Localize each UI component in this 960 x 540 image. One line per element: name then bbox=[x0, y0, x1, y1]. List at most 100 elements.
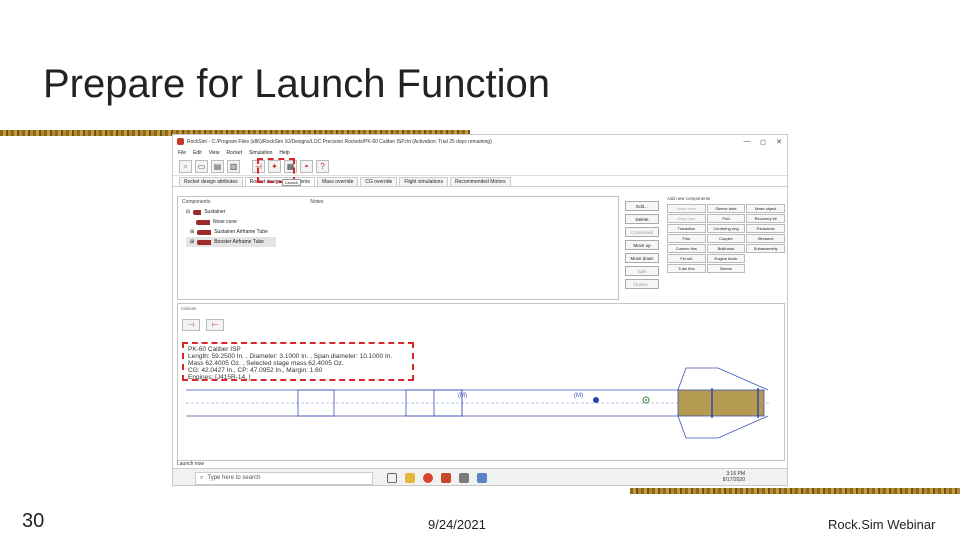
save-icon[interactable]: ▤ bbox=[211, 159, 224, 173]
add-pod-button[interactable]: Pod bbox=[706, 214, 746, 223]
add-parachute-button[interactable]: Parachute bbox=[746, 224, 785, 233]
rocket-bottom-outline bbox=[186, 415, 769, 439]
window-title: RockSim - C:/Program Files (x86)/RockSim… bbox=[187, 138, 492, 145]
slide-date: 9/24/2021 bbox=[428, 517, 486, 532]
stage-view-icon[interactable]: ⊢ bbox=[206, 319, 224, 331]
add-transition-button[interactable]: Transition bbox=[667, 224, 706, 233]
add-sleeve-button[interactable]: Sleeve bbox=[706, 264, 746, 273]
cluster-button[interactable]: Cluster... bbox=[625, 279, 659, 289]
cross-feed-button[interactable]: Cross-feed bbox=[625, 227, 659, 237]
status-bar: Launch now bbox=[177, 461, 204, 467]
help-icon[interactable]: ? bbox=[316, 159, 329, 173]
add-custom-fins-button[interactable]: Custom fins bbox=[667, 244, 706, 253]
maximize-button[interactable]: ◻ bbox=[755, 138, 771, 146]
tab-recommended-motors[interactable]: Recommended Motors bbox=[449, 177, 511, 186]
powerpoint-icon[interactable] bbox=[441, 473, 451, 483]
component-tree: ⊟ Sustainer Nose cone ⊞ Sustainer Airfra… bbox=[178, 207, 618, 247]
rocket-profile: (M) (M) bbox=[186, 367, 770, 439]
footer-divider bbox=[630, 488, 960, 494]
add-coupler-button[interactable]: Coupler bbox=[706, 234, 746, 243]
col-notes: Notes bbox=[310, 199, 324, 205]
slide: Prepare for Launch Function RockSim - C:… bbox=[0, 0, 960, 540]
menu-rocket[interactable]: Rocket bbox=[226, 150, 242, 156]
body-tube-icon bbox=[197, 239, 212, 245]
add-nose-cone-button[interactable]: Nose cone bbox=[667, 204, 706, 213]
print-icon[interactable]: ▥ bbox=[227, 159, 240, 173]
add-components-grid: Nose cone Sleeve tube Mass object Body t… bbox=[667, 204, 785, 273]
minimize-button[interactable]: — bbox=[739, 138, 755, 146]
edit-button[interactable]: Edit... bbox=[625, 201, 659, 211]
grid-spacer bbox=[746, 254, 785, 263]
cp-marker-dot bbox=[645, 399, 647, 401]
delete-button[interactable]: Delete bbox=[625, 214, 659, 224]
menu-edit[interactable]: Edit bbox=[193, 150, 202, 156]
add-body-tube-button[interactable]: Body tube bbox=[667, 214, 706, 223]
add-components-panel: Add new components Nose cone Sleeve tube… bbox=[667, 196, 785, 273]
tree-item-sustainer[interactable]: ⊟ Sustainer bbox=[186, 207, 618, 217]
slide-number: 30 bbox=[22, 510, 45, 532]
expand-icon[interactable]: ⊞ bbox=[190, 229, 194, 235]
tree-item-booster-tube[interactable]: ⊞ Booster Airframe Tube bbox=[186, 237, 276, 247]
folder-icon[interactable] bbox=[405, 473, 415, 483]
taskbar-search[interactable]: ⌕ Type here to search bbox=[195, 471, 373, 485]
menu-file[interactable]: File bbox=[178, 150, 186, 156]
stage-icon bbox=[193, 209, 202, 215]
window-titlebar: RockSim - C:/Program Files (x86)/RockSim… bbox=[173, 135, 787, 148]
rocket-view-panel: rocksim ⊣ ⊢ PK-60 Caliber ISP Length: 59… bbox=[177, 303, 785, 461]
chrome-icon[interactable] bbox=[423, 473, 433, 483]
body-tube-icon bbox=[197, 229, 212, 235]
add-bulkhead-button[interactable]: Bulkhead bbox=[706, 244, 746, 253]
menu-view[interactable]: View bbox=[209, 150, 220, 156]
move-down-button[interactable]: Move down bbox=[625, 253, 659, 263]
taskbar-clock[interactable]: 3:16 PM 8/17/2020 bbox=[723, 471, 745, 483]
add-subassembly-button[interactable]: Subassembly bbox=[746, 244, 785, 253]
add-fins-button[interactable]: Fins bbox=[667, 234, 706, 243]
tab-mass-override[interactable]: Mass override bbox=[316, 177, 359, 186]
add-mass-object-button[interactable]: Mass object bbox=[746, 204, 785, 213]
tab-rocket-design-attributes[interactable]: Rocket design attributes bbox=[179, 177, 243, 186]
search-placeholder: Type here to search bbox=[207, 475, 261, 481]
mass-marker-a: (M) bbox=[458, 393, 467, 399]
expand-icon[interactable]: ⊞ bbox=[190, 239, 194, 245]
search-icon: ⌕ bbox=[200, 474, 204, 481]
components-panel: Components Notes ⊟ Sustainer Nose cone ⊞… bbox=[177, 196, 619, 300]
motor-section bbox=[677, 389, 765, 417]
add-centering-ring-button[interactable]: Centering ring bbox=[706, 224, 746, 233]
menu-simulation[interactable]: Simulation bbox=[249, 150, 272, 156]
col-components: Components bbox=[182, 199, 211, 205]
mass-marker-b: (M) bbox=[574, 393, 583, 399]
component-actions: Edit... Delete Cross-feed Move up Move d… bbox=[625, 201, 659, 289]
add-engine-block-button[interactable]: Engine block bbox=[706, 254, 746, 263]
tree-item-sustainer-tube[interactable]: ⊞ Sustainer Airframe Tube bbox=[186, 227, 618, 237]
rocksim-window: RockSim - C:/Program Files (x86)/RockSim… bbox=[172, 134, 788, 486]
add-streamer-button[interactable]: Streamer bbox=[746, 234, 785, 243]
app-icon bbox=[177, 138, 184, 145]
tab-cg-override[interactable]: CG override bbox=[360, 177, 398, 186]
task-view-icon[interactable] bbox=[387, 473, 397, 483]
parachute-icon[interactable]: ◓ bbox=[300, 159, 313, 173]
tab-flight-simulations[interactable]: Flight simulations bbox=[399, 177, 448, 186]
view-label: rocksim bbox=[181, 306, 197, 311]
split-button[interactable]: Split bbox=[625, 266, 659, 276]
open-folder-icon[interactable]: ▭ bbox=[195, 159, 208, 173]
close-button[interactable]: ✕ bbox=[771, 138, 787, 146]
cg-marker-icon bbox=[593, 397, 599, 403]
add-sleeve-tube-button[interactable]: Sleeve tube bbox=[706, 204, 746, 213]
taskbar-apps bbox=[387, 473, 487, 483]
move-up-button[interactable]: Move up bbox=[625, 240, 659, 250]
rocksim-icon[interactable] bbox=[459, 473, 469, 483]
add-tube-fins-button[interactable]: Tube fins bbox=[667, 264, 706, 273]
menu-help[interactable]: Help bbox=[279, 150, 289, 156]
slide-title: Prepare for Launch Function bbox=[43, 62, 550, 106]
side-view-icon[interactable]: ⊣ bbox=[182, 319, 200, 331]
launch-tooltip: Launch bbox=[282, 179, 302, 186]
menubar: File Edit View Rocket Simulation Help bbox=[173, 148, 787, 157]
add-fin-set-button[interactable]: Fin set bbox=[667, 254, 706, 263]
clock-date: 8/17/2020 bbox=[722, 477, 745, 483]
app-icon[interactable] bbox=[477, 473, 487, 483]
add-recovery-kit-button[interactable]: Recovery kit bbox=[746, 214, 785, 223]
collapse-icon[interactable]: ⊟ bbox=[186, 209, 190, 215]
tree-item-nose-cone[interactable]: Nose cone bbox=[186, 217, 618, 227]
new-file-icon[interactable]: ▫ bbox=[179, 159, 192, 173]
rocket-top-outline bbox=[186, 367, 769, 391]
